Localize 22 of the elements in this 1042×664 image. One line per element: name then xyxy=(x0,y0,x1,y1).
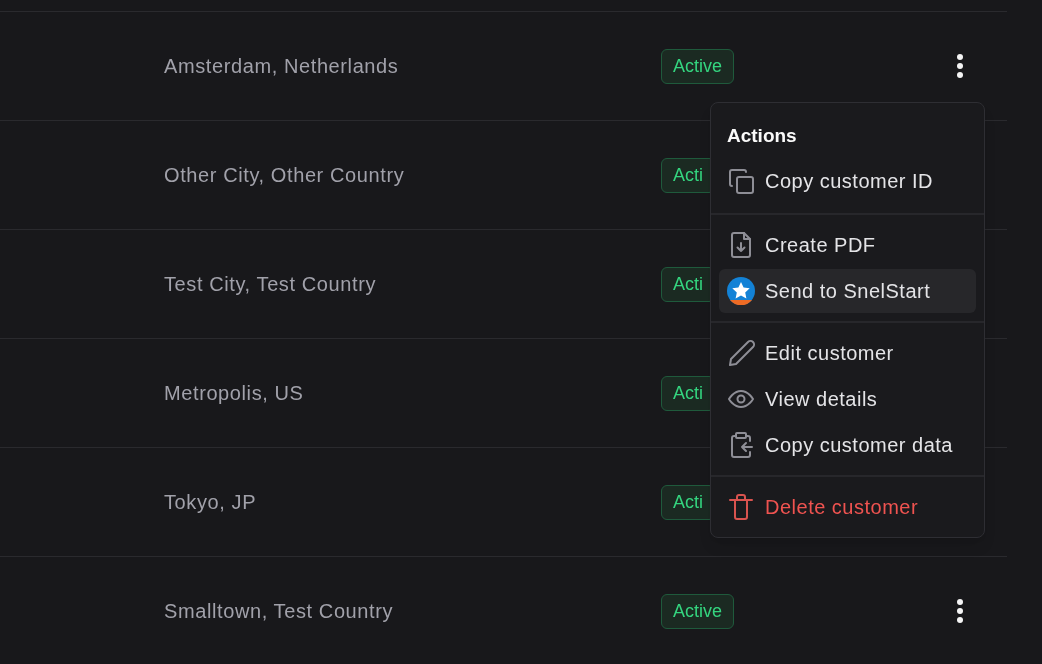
location-cell-text: Tokyo, JP xyxy=(164,490,258,515)
menu-item[interactable]: Copy customer data xyxy=(719,422,976,467)
menu-item[interactable]: View details xyxy=(719,376,976,421)
status-badge: Active xyxy=(661,593,735,629)
location-cell-text: Other City, Other Country xyxy=(164,163,406,188)
menu-item[interactable]: Edit customer xyxy=(719,330,976,375)
star-logo-icon xyxy=(727,276,755,305)
pencil-icon xyxy=(727,338,755,367)
more-options-icon[interactable] xyxy=(956,598,964,624)
menu-item[interactable]: Delete customer xyxy=(719,484,976,529)
more-options-icon[interactable] xyxy=(956,53,964,79)
menu-item[interactable]: Send to SnelStart xyxy=(719,268,976,313)
location-cell-text: Metropolis, US xyxy=(164,381,305,406)
trash-icon xyxy=(727,492,755,521)
location-cell-text: Smalltown, Test Country xyxy=(164,599,395,624)
menu-item[interactable]: Copy customer ID xyxy=(719,158,976,203)
status-badge: Active xyxy=(661,48,735,84)
menu-title: Actions xyxy=(726,124,798,148)
copy-icon xyxy=(727,166,755,195)
location-cell-text: Test City, Test Country xyxy=(164,272,377,297)
menu-item[interactable]: Create PDF xyxy=(719,222,976,267)
location-cell-text: Amsterdam, Netherlands xyxy=(164,54,400,79)
